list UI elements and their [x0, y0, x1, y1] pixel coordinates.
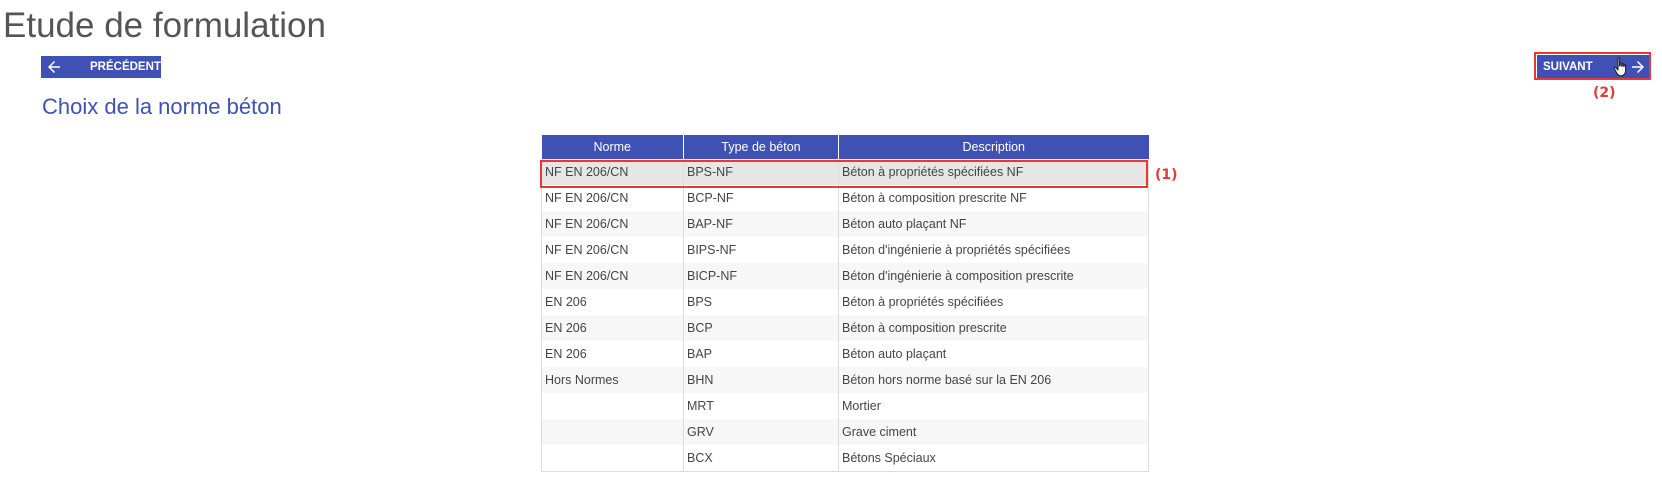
cell-norme: NF EN 206/CN — [541, 263, 684, 289]
cell-norme: EN 206 — [541, 315, 684, 341]
cell-description: Béton d'ingénierie à composition prescri… — [838, 263, 1149, 289]
table-header-row: Norme Type de béton Description — [541, 135, 1149, 159]
table-row[interactable]: NF EN 206/CN BPS-NF Béton à propriétés s… — [541, 159, 1149, 185]
cell-type: GRV — [683, 419, 839, 445]
cell-type: BICP-NF — [683, 263, 839, 289]
cell-norme: Hors Normes — [541, 367, 684, 393]
cell-type: BCX — [683, 445, 839, 472]
arrow-right-icon — [1632, 61, 1644, 73]
table-row[interactable]: EN 206 BAP Béton auto plaçant — [541, 341, 1149, 367]
cell-norme: NF EN 206/CN — [541, 211, 684, 237]
norms-table: Norme Type de béton Description NF EN 20… — [541, 135, 1149, 472]
cell-description: Béton à propriétés spécifiées NF — [838, 159, 1149, 185]
cell-norme: NF EN 206/CN — [541, 185, 684, 211]
table-row[interactable]: BCX Bétons Spéciaux — [541, 445, 1149, 472]
cell-type: BPS-NF — [683, 159, 839, 185]
cell-description: Béton auto plaçant — [838, 341, 1149, 367]
previous-button[interactable]: PRÉCÉDENT — [41, 56, 161, 78]
cell-norme — [541, 419, 684, 445]
table-row[interactable]: MRT Mortier — [541, 393, 1149, 419]
cell-description: Béton à propriétés spécifiées — [838, 289, 1149, 315]
cell-type: MRT — [683, 393, 839, 419]
cell-norme: NF EN 206/CN — [541, 237, 684, 263]
cell-norme: NF EN 206/CN — [541, 159, 684, 185]
cell-description: Béton à composition prescrite — [838, 315, 1149, 341]
cell-norme — [541, 445, 684, 472]
column-header-type[interactable]: Type de béton — [683, 135, 839, 159]
annotation-label-next: (2) — [1593, 85, 1616, 101]
table-row[interactable]: GRV Grave ciment — [541, 419, 1149, 445]
cell-norme: EN 206 — [541, 341, 684, 367]
cell-type: BCP-NF — [683, 185, 839, 211]
cell-type: BPS — [683, 289, 839, 315]
section-title: Choix de la norme béton — [42, 94, 282, 119]
next-button-label: SUIVANT — [1543, 61, 1593, 73]
column-header-norme[interactable]: Norme — [541, 135, 684, 159]
cell-description: Béton hors norme basé sur la EN 206 — [838, 367, 1149, 393]
cell-type: BCP — [683, 315, 839, 341]
table-row[interactable]: NF EN 206/CN BAP-NF Béton auto plaçant N… — [541, 211, 1149, 237]
cell-description: Bétons Spéciaux — [838, 445, 1149, 472]
next-button[interactable]: SUIVANT — [1537, 55, 1651, 79]
cell-description: Béton d'ingénierie à propriétés spécifié… — [838, 237, 1149, 263]
cell-description: Grave ciment — [838, 419, 1149, 445]
previous-button-label: PRÉCÉDENT — [90, 61, 161, 73]
table-row[interactable]: NF EN 206/CN BICP-NF Béton d'ingénierie … — [541, 263, 1149, 289]
table-row[interactable]: NF EN 206/CN BIPS-NF Béton d'ingénierie … — [541, 237, 1149, 263]
cell-type: BAP-NF — [683, 211, 839, 237]
cell-type: BAP — [683, 341, 839, 367]
cell-description: Mortier — [838, 393, 1149, 419]
cell-type: BHN — [683, 367, 839, 393]
annotation-label-row: (1) — [1155, 167, 1178, 183]
table-row[interactable]: NF EN 206/CN BCP-NF Béton à composition … — [541, 185, 1149, 211]
cell-description: Béton à composition prescrite NF — [838, 185, 1149, 211]
cell-description: Béton auto plaçant NF — [838, 211, 1149, 237]
table-row[interactable]: EN 206 BCP Béton à composition prescrite — [541, 315, 1149, 341]
cell-norme — [541, 393, 684, 419]
page-title: Etude de formulation — [3, 6, 326, 45]
arrow-left-icon — [48, 61, 60, 73]
table-row[interactable]: Hors Normes BHN Béton hors norme basé su… — [541, 367, 1149, 393]
column-header-description[interactable]: Description — [838, 135, 1149, 159]
hand-pointer-icon — [1613, 57, 1627, 77]
table-row[interactable]: EN 206 BPS Béton à propriétés spécifiées — [541, 289, 1149, 315]
cell-norme: EN 206 — [541, 289, 684, 315]
cell-type: BIPS-NF — [683, 237, 839, 263]
